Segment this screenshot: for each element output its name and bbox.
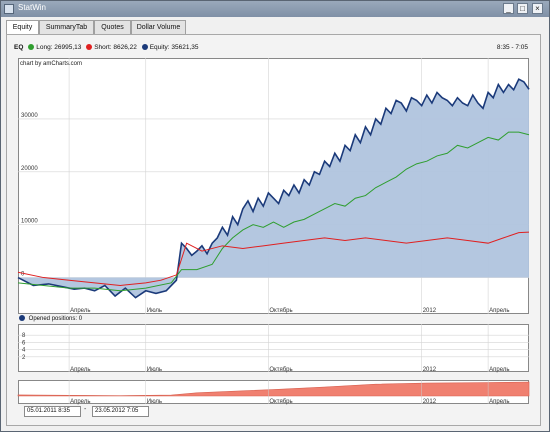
legend-title: EQ <box>14 44 24 51</box>
scroller-area-fill <box>17 381 530 397</box>
y-tick-label: 10000 <box>21 219 38 225</box>
legend-equity[interactable]: Equity: 35621,35 <box>150 44 199 51</box>
positions-x-label: Апрель <box>489 367 509 373</box>
equity-area <box>18 79 529 298</box>
positions-y-label: 6 <box>22 340 26 346</box>
date-to-input[interactable]: 23.05.2012 7:05 <box>92 406 149 417</box>
scroller-x-label: Октябрь <box>269 399 292 405</box>
equity-chart-svg: Апрель Июль Октябрь 2012 Апрель 0 10000 20000 30… <box>17 58 530 314</box>
positions-x-label: Июль <box>147 367 162 373</box>
date-from-input[interactable]: 05.01.2011 8:35 <box>24 406 81 417</box>
app-icon <box>4 4 14 14</box>
y-tick-label: 30000 <box>21 113 38 119</box>
positions-x-label: Октябрь <box>269 367 292 373</box>
scroller-x-label: 2012 <box>423 399 437 405</box>
y-tick-label: 0 <box>21 272 25 278</box>
x-tick-label: Октябрь <box>269 308 292 314</box>
maximize-button[interactable]: □ <box>517 3 528 14</box>
positions-x-label: 2012 <box>423 367 437 373</box>
positions-x-label: Апрель <box>70 367 90 373</box>
scroller-x-label: Апрель <box>70 399 90 405</box>
scroller-x-label: Апрель <box>489 399 509 405</box>
title-bar[interactable]: StatWin _ □ × <box>1 1 549 17</box>
positions-y-label: 4 <box>22 348 26 354</box>
positions-chart-svg: 24 68 Апрель Июль Октябрь 2012 Апрель <box>18 324 529 373</box>
positions-y-label: 8 <box>22 333 26 339</box>
positions-dot-icon <box>19 315 25 321</box>
date-separator: - <box>84 406 87 413</box>
tab-quotes[interactable]: Quotes <box>94 20 131 35</box>
y-tick-label: 20000 <box>21 166 38 172</box>
scroller-svg: Апрель Июль Октябрь 2012 Апрель <box>17 380 530 405</box>
time-range: 8:35 - 7:05 <box>496 44 528 51</box>
x-tick-label: Апрель <box>70 308 90 314</box>
short-dot-icon <box>86 44 93 50</box>
positions-label: Opened positions: 0 <box>28 316 83 322</box>
legend-long[interactable]: Long: 26995,13 <box>36 44 81 51</box>
tab-summary[interactable]: SummaryTab <box>39 20 94 35</box>
scroller-x-label: Июль <box>147 399 162 405</box>
x-tick-label: 2012 <box>423 308 437 314</box>
window-title: StatWin <box>18 3 47 12</box>
close-button[interactable]: × <box>532 3 543 14</box>
positions-y-label: 2 <box>22 355 26 361</box>
long-dot-icon <box>28 44 35 50</box>
positions-header: Opened positions: 0 <box>19 315 82 322</box>
tab-dollar-volume[interactable]: Dollar Volume <box>131 20 186 35</box>
minimize-button[interactable]: _ <box>503 3 514 14</box>
x-tick-label: Июль <box>147 308 162 314</box>
chart-legend: EQ Long: 26995,13 Short: 8626,22 Equity:… <box>14 44 198 54</box>
legend-short[interactable]: Short: 8626,22 <box>94 44 137 51</box>
x-tick-label: Апрель <box>489 308 509 314</box>
equity-dot-icon <box>141 44 148 50</box>
